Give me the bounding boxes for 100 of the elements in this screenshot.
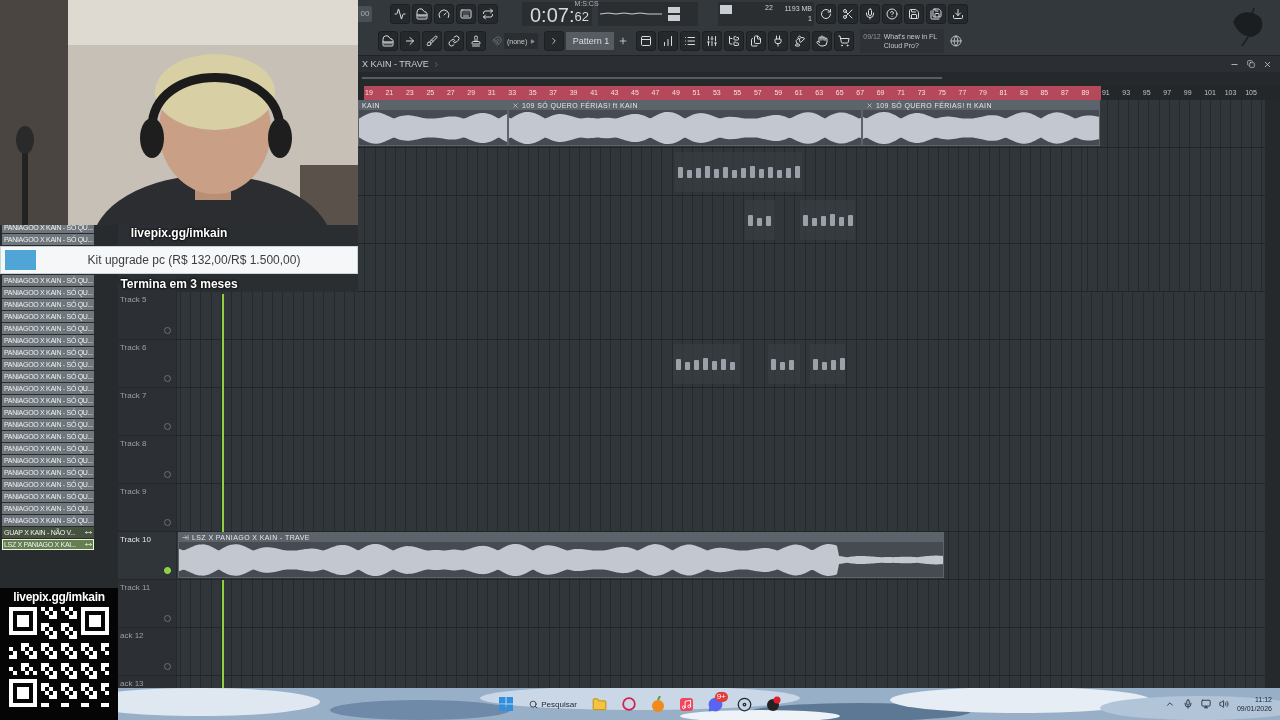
toolbar-button[interactable] [882, 3, 902, 24]
toolbar-button[interactable] [768, 31, 789, 52]
toolbar-button[interactable] [838, 3, 858, 24]
pattern-selector[interactable]: Pattern 1 [566, 32, 615, 51]
ring-icon [621, 697, 636, 711]
toolbar-button[interactable] [948, 3, 968, 24]
mixer-icon [706, 35, 719, 48]
help-icon [886, 7, 898, 20]
window-title: X KAIN - TRAVE [362, 59, 429, 69]
reset-icon [820, 7, 832, 20]
toolbar-button[interactable] [444, 31, 464, 52]
slice-clip[interactable] [675, 152, 802, 192]
toolbar-button[interactable] [422, 31, 442, 52]
time-centiseconds: 62 [574, 7, 589, 26]
disc-icon [737, 696, 753, 712]
toolbar-button[interactable] [636, 31, 657, 52]
tempo-field[interactable]: 00 [358, 5, 372, 22]
search-button[interactable]: Pesquisar [523, 692, 583, 716]
wave-icon [394, 7, 406, 20]
close-icon[interactable] [512, 102, 519, 109]
time-value: 0:07: [530, 3, 575, 26]
vertical-scrollbar[interactable] [1265, 100, 1280, 688]
track-header[interactable]: Track 10 [118, 532, 176, 580]
fruit-icon [650, 696, 665, 712]
toolbar-button[interactable] [658, 31, 679, 52]
double-arrow-icon [85, 541, 92, 548]
notification-badge: 9+ [714, 692, 728, 702]
toolbar-button[interactable] [434, 3, 454, 24]
slice-clip[interactable] [800, 200, 855, 240]
toolbar-button[interactable] [702, 31, 723, 52]
scissors-icon [842, 7, 854, 20]
slice-clip[interactable] [673, 344, 740, 384]
track-name: Track 9 [120, 487, 147, 496]
toolbar-button[interactable] [466, 31, 486, 52]
cpu-meter [720, 4, 732, 14]
cart-icon [838, 35, 851, 48]
microphone-icon [864, 7, 876, 20]
toolbar-button[interactable] [860, 3, 880, 24]
loop-icon [482, 7, 494, 20]
toolbar-button[interactable] [378, 31, 398, 52]
toolbar-button[interactable] [834, 31, 855, 52]
hand-icon [816, 35, 829, 48]
track-lane[interactable] [358, 196, 1265, 244]
chevron-up-icon[interactable] [1164, 699, 1175, 709]
toolbar-button[interactable] [812, 31, 833, 52]
window-icon [640, 35, 653, 48]
toolbar-button[interactable] [680, 31, 701, 52]
toolbar-button[interactable] [478, 3, 498, 24]
track-name: Track 7 [120, 391, 147, 400]
piano-icon [416, 7, 428, 20]
toolbar-button[interactable] [816, 3, 836, 24]
track-name: Track 6 [120, 343, 147, 352]
track-name: ack 12 [120, 631, 144, 640]
keyboard-icon [460, 7, 472, 20]
save-all-icon [930, 7, 942, 20]
close-icon[interactable] [866, 102, 873, 109]
track-lane[interactable] [358, 148, 1265, 196]
toolbar-button[interactable] [790, 31, 811, 52]
microphone-icon[interactable] [1182, 699, 1193, 709]
caret-icon [530, 38, 536, 44]
track-name: Track 5 [120, 295, 147, 304]
toolbar-button[interactable] [746, 31, 767, 52]
piano-icon [382, 35, 394, 48]
arrow-right-icon [404, 35, 416, 48]
double-arrow-icon [85, 529, 92, 536]
plus-icon[interactable] [618, 36, 629, 47]
record-icon [765, 696, 782, 712]
brush-icon [426, 35, 438, 48]
folder-icon [592, 696, 608, 712]
speaker-icon[interactable] [1218, 699, 1229, 709]
windows-icon [499, 697, 514, 711]
link-icon [448, 35, 460, 48]
slice-clip[interactable] [745, 200, 775, 240]
arrow-to-line-icon [182, 534, 189, 541]
monitor-icon[interactable] [1200, 699, 1211, 709]
toolbar-button[interactable] [390, 3, 410, 24]
overview-scrollbar[interactable] [362, 77, 942, 79]
save-icon [908, 7, 920, 20]
goal-deadline: Termina em 3 meses [120, 276, 238, 292]
taskbar-app[interactable]: 9+ [703, 692, 728, 716]
steps-icon [662, 35, 675, 48]
track-name: Track 10 [120, 535, 151, 544]
toolbar-button[interactable] [926, 3, 946, 24]
list-icon [684, 35, 697, 48]
files-icon [750, 35, 763, 48]
restore-icon [1247, 60, 1255, 68]
slice-clip[interactable] [768, 344, 800, 384]
toolbar-button[interactable] [412, 3, 432, 24]
toolbar-button[interactable] [904, 3, 924, 24]
slice-clip[interactable] [810, 344, 845, 384]
restore-button[interactable] [1245, 60, 1257, 68]
track-lane[interactable] [358, 244, 1265, 292]
toolbar-button[interactable] [724, 31, 745, 52]
goal-label: Kit upgrade pc (R$ 132,00/R$ 1.500,00) [86, 253, 301, 267]
globe-icon[interactable] [950, 35, 963, 48]
track-name: Track 11 [120, 583, 151, 592]
close-icon [1263, 59, 1272, 69]
lamp-icon [794, 35, 807, 48]
download-icon [952, 7, 964, 20]
track-name: Track 8 [120, 439, 147, 448]
